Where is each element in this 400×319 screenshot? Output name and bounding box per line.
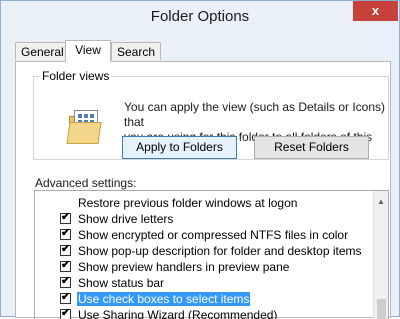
tab-view[interactable]: View [65,40,111,62]
tab-strip: General View Search [15,40,391,62]
window-title: Folder Options [150,8,250,25]
list-item-label: Show status bar [78,276,165,290]
checkmark-icon: ✔ [61,291,71,303]
list-item[interactable]: ✔ Use Sharing Wizard (Recommended) [35,307,375,319]
folder-views-group: Folder views You can apply the view (suc… [33,69,389,160]
list-item[interactable]: ✔ Show pop-up description for folder and… [35,243,375,259]
list-item[interactable]: ✔ Show drive letters [35,211,375,227]
checkmark-icon: ✔ [61,275,71,287]
reset-folders-button[interactable]: Reset Folders [254,136,369,159]
checkmark-icon: ✔ [61,211,71,223]
view-tab-panel: Folder views You can apply the view (suc… [15,61,391,319]
close-icon: x [371,3,380,18]
folder-views-legend: Folder views [40,69,112,83]
list-item[interactable]: Restore previous folder windows at logon [35,195,375,211]
tab-label: Search [117,45,156,59]
list-item-label: Show pop-up description for folder and d… [78,244,362,258]
tab-label: View [75,43,101,57]
apply-to-folders-button[interactable]: Apply to Folders [122,136,237,159]
list-item-label: Use check boxes to select items [77,292,251,306]
list-item-selected[interactable]: ✔ Use check boxes to select items [35,291,375,307]
list-item[interactable]: ✔ Show preview handlers in preview pane [35,259,375,275]
folder-options-window: Folder Options x General View Search Fol… [0,0,400,319]
checkbox[interactable]: ✔ [60,259,71,272]
checkmark-icon: ✔ [61,259,71,271]
list-item-label: Show preview handlers in preview pane [78,260,290,274]
folder-views-icon [66,110,106,144]
tab-general[interactable]: General [15,42,70,60]
tab-search[interactable]: Search [111,42,162,60]
checkmark-icon: ✔ [61,243,71,255]
checkbox[interactable]: ✔ [60,211,71,224]
checkbox[interactable]: ✔ [60,291,71,304]
close-button[interactable]: x [353,1,398,21]
checkmark-icon: ✔ [61,307,71,319]
scroll-up-arrow-icon[interactable]: ▲ [377,197,385,206]
advanced-settings-label: Advanced settings: [35,176,137,190]
list-item-label: Show drive letters [78,212,174,226]
tab-label: General [21,45,64,59]
list-item-label: Use Sharing Wizard (Recommended) [78,308,278,319]
list-item[interactable]: ✔ Show status bar [35,275,375,291]
scrollbar-thumb[interactable] [377,299,386,319]
checkbox[interactable]: ✔ [60,307,71,319]
checkbox[interactable]: ✔ [60,275,71,288]
checkbox[interactable]: ✔ [60,243,71,256]
vertical-scrollbar[interactable]: ▲ [373,191,388,319]
advanced-settings-list[interactable]: Restore previous folder windows at logon… [34,190,389,319]
checkbox[interactable]: ✔ [60,227,71,240]
checkmark-icon: ✔ [61,227,71,239]
description-line: You can apply the view (such as Details … [124,100,386,129]
list-item[interactable]: ✔ Show encrypted or compressed NTFS file… [35,227,375,243]
title-bar: Folder Options x [1,1,399,35]
list-item-label: Restore previous folder windows at logon [78,196,298,210]
list-item-label: Show encrypted or compressed NTFS files … [78,228,349,242]
